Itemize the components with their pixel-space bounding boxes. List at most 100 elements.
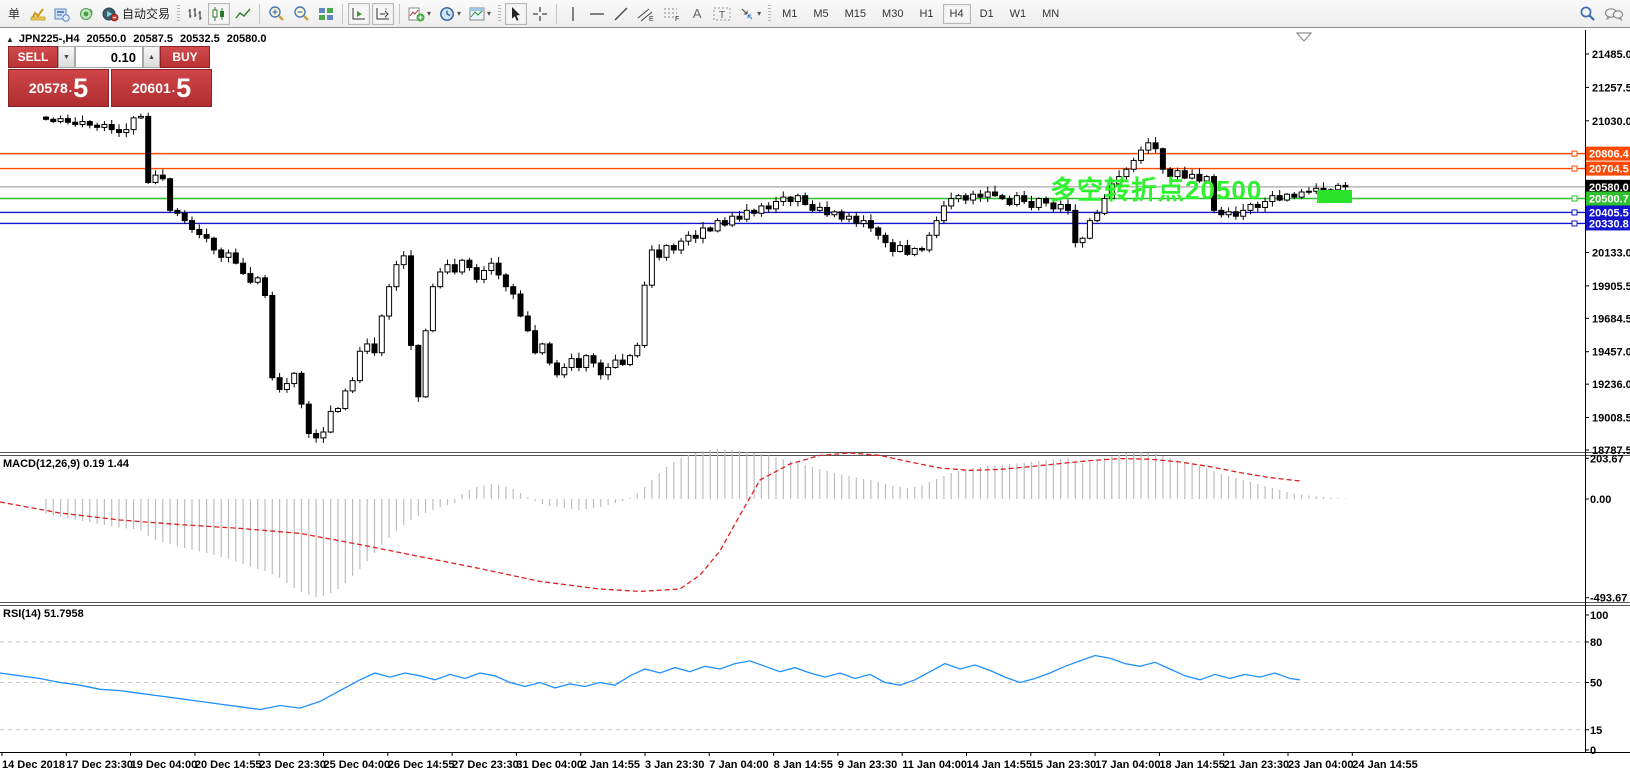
chart-shift-marker[interactable] [1295, 32, 1313, 42]
candle-bear [210, 237, 217, 251]
candle-bull [79, 121, 86, 125]
candle-bear [692, 234, 699, 239]
templates-button[interactable]: ▾ [466, 3, 494, 25]
candle-bull [1079, 237, 1086, 244]
line-handle[interactable] [1571, 165, 1578, 172]
text-label-icon[interactable]: T [710, 3, 734, 25]
fibonacci-icon[interactable]: F [660, 3, 684, 25]
search-icon[interactable] [1576, 3, 1599, 25]
candle-bear [408, 255, 414, 346]
timeframe-H4[interactable]: H4 [942, 3, 971, 24]
candle-bear [962, 195, 969, 201]
candle-bull [137, 115, 144, 119]
trendline-icon[interactable] [610, 3, 632, 25]
toolbar-separator [259, 3, 261, 24]
timeframe-H1[interactable]: H1 [912, 4, 940, 24]
trade-panel-prices: 20578 . 5 20601 . 5 [8, 69, 212, 107]
timeframe-M30[interactable]: M30 [875, 4, 910, 24]
time-axis-label: 17 Jan 04:00 [1095, 759, 1160, 771]
candle-bull [1262, 201, 1269, 208]
candle-bull [897, 245, 904, 252]
periods-button[interactable]: ▾ [436, 3, 464, 25]
time-axis-label: 23 Dec 23:30 [259, 759, 326, 771]
zoom-out-icon[interactable] [290, 3, 313, 25]
candle-bull [1130, 159, 1137, 170]
alerts-icon[interactable] [75, 3, 97, 25]
indicators-button[interactable]: ▾ [405, 3, 434, 25]
candle-bear [575, 358, 582, 368]
price-tick-label: 20133.0 [1592, 247, 1630, 259]
sell-button[interactable]: SELL [8, 46, 58, 68]
candle-bear [466, 259, 473, 269]
mt4-window: 单 自动交易 ▾ ▾ ▾ E F A T ▾ M1 M5 M15 M30 H1 … [0, 0, 1630, 778]
candle-bear [145, 115, 152, 183]
line-handle[interactable] [1571, 150, 1578, 157]
trade-panel-controls: SELL ▼ ▲ BUY [8, 46, 212, 68]
highlight-box[interactable] [1317, 190, 1352, 203]
text-icon[interactable]: A [686, 3, 708, 25]
timeframe-D1[interactable]: D1 [973, 4, 1001, 24]
timeframe-M1[interactable]: M1 [775, 4, 804, 24]
market-watch-icon[interactable] [27, 3, 49, 25]
svg-text:E: E [649, 16, 654, 22]
ohlc-low: 20532.5 [180, 33, 220, 45]
line-handle[interactable] [1571, 209, 1578, 216]
auto-scroll-icon[interactable] [348, 2, 371, 25]
candle-bull [794, 195, 801, 203]
candle-bull [641, 284, 648, 346]
candle-bull [948, 198, 955, 207]
bar-chart-icon[interactable] [184, 3, 206, 25]
timeframe-M5[interactable]: M5 [806, 4, 835, 24]
buy-price[interactable]: 20601 . 5 [111, 69, 212, 107]
volume-decrease-button[interactable]: ▼ [58, 46, 75, 68]
crosshair-icon[interactable] [529, 3, 551, 25]
candle-bear [517, 293, 524, 317]
tile-windows-icon[interactable] [315, 3, 337, 25]
buy-button[interactable]: BUY [160, 46, 210, 68]
price-tick-label: 19684.5 [1592, 313, 1630, 325]
candle-bear [919, 248, 925, 251]
macd-label: MACD(12,26,9) 0.19 1.44 [3, 458, 129, 470]
timeframe-W1[interactable]: W1 [1003, 4, 1034, 24]
volume-increase-button[interactable]: ▲ [143, 46, 160, 68]
line-handle[interactable] [1571, 220, 1578, 227]
candle-bull [1086, 220, 1093, 239]
chart-canvas[interactable]: 21485.0 21257.5 21030.0 20133.0 19905.5 19684… [0, 0, 1630, 778]
line-chart-icon[interactable] [232, 3, 254, 25]
collapse-chart-icon[interactable]: ▲ [6, 35, 14, 44]
candle-bear [809, 203, 816, 211]
line-handle[interactable] [1571, 195, 1578, 202]
cursor-icon[interactable] [505, 2, 528, 25]
timeframe-MN[interactable]: MN [1035, 4, 1066, 24]
zoom-in-icon[interactable] [265, 3, 288, 25]
vertical-line-icon[interactable] [562, 3, 584, 25]
candle-bear [889, 242, 896, 252]
candle-bear [765, 205, 772, 210]
candle-bull [846, 215, 852, 220]
candle-bull [1284, 193, 1290, 201]
volume-input[interactable] [75, 46, 143, 68]
candle-bull [1225, 211, 1232, 216]
candle-bear [1006, 198, 1013, 205]
equidistant-channel-icon[interactable]: E [634, 3, 658, 25]
candle-bear [167, 178, 174, 211]
candle-bear [787, 196, 794, 203]
autotrade-button[interactable]: 自动交易 [99, 3, 173, 25]
candle-bull [1298, 191, 1305, 198]
candle-bull [1240, 209, 1247, 217]
navigator-icon[interactable] [51, 3, 73, 25]
sell-price-main: 20578 [28, 80, 68, 96]
candle-bear [276, 377, 283, 390]
chat-icon[interactable] [1601, 3, 1627, 25]
candlestick-icon[interactable] [208, 2, 231, 25]
horizontal-line-icon[interactable] [586, 3, 608, 25]
new-order-button[interactable]: 单 [3, 3, 25, 25]
candle-bear [1043, 198, 1050, 204]
candle-bull [378, 315, 385, 354]
chart-shift-icon[interactable] [372, 2, 395, 25]
rsi-label: RSI(14) 51.7958 [3, 608, 84, 620]
timeframe-M15[interactable]: M15 [838, 4, 873, 24]
arrows-button[interactable]: ▾ [736, 3, 764, 25]
sell-price[interactable]: 20578 . 5 [8, 69, 109, 107]
time-axis-label: 9 Jan 23:30 [838, 759, 897, 771]
